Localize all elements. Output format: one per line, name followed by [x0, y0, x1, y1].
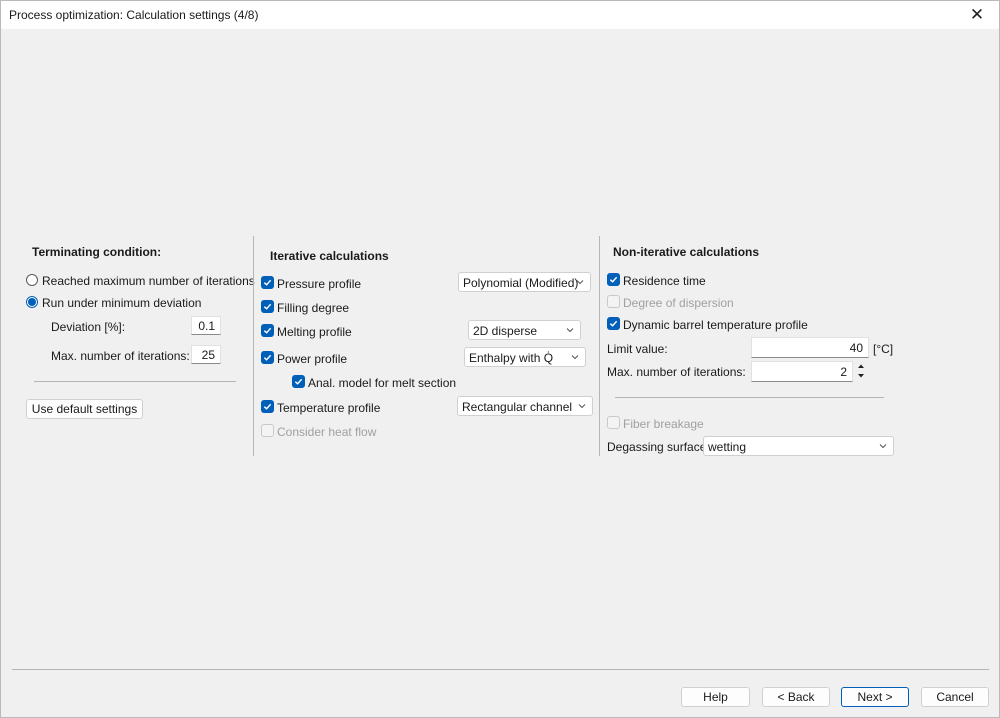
- temperature-select[interactable]: Rectangular channel: [457, 396, 593, 416]
- chevron-down-icon: [578, 404, 586, 409]
- fiber-checkbox[interactable]: [607, 416, 620, 429]
- melting-select[interactable]: 2D disperse: [468, 320, 581, 340]
- melting-label: Melting profile: [277, 325, 352, 339]
- chevron-down-icon: [879, 444, 887, 449]
- anal-model-checkbox[interactable]: [292, 375, 305, 388]
- spin-down-icon[interactable]: [854, 371, 868, 381]
- check-icon: [609, 276, 618, 283]
- panel-divider: [253, 236, 254, 456]
- footer-divider: [12, 669, 989, 670]
- anal-model-label: Anal. model for melt section: [308, 376, 457, 390]
- pressure-select-value: Polynomial (Modified): [463, 276, 579, 290]
- default-settings-button[interactable]: Use default settings: [26, 399, 143, 419]
- noniterative-heading: Non-iterative calculations: [613, 245, 760, 259]
- temperature-checkbox[interactable]: [261, 400, 274, 413]
- melting-select-value: 2D disperse: [473, 324, 538, 338]
- chevron-down-icon: [576, 280, 584, 285]
- deviation-input[interactable]: 0.1: [191, 316, 221, 335]
- dynamic-barrel-checkbox[interactable]: [607, 317, 620, 330]
- temperature-label: Temperature profile: [277, 401, 381, 415]
- radio-min-deviation-label: Run under minimum deviation: [42, 296, 202, 310]
- heat-flow-label: Consider heat flow: [277, 425, 377, 439]
- cancel-button[interactable]: Cancel: [921, 687, 989, 707]
- limit-value-input[interactable]: 40: [751, 337, 869, 358]
- spin-up-icon[interactable]: [854, 361, 868, 371]
- degassing-label: Degassing surface: [607, 440, 707, 454]
- terminating-heading: Terminating condition:: [32, 245, 162, 259]
- max-iterations-label: Max. number of iterations:: [51, 349, 190, 363]
- power-select[interactable]: Enthalpy with Q̇: [464, 347, 586, 367]
- dispersion-label: Degree of dispersion: [623, 296, 734, 310]
- divider: [34, 381, 236, 382]
- window-title: Process optimization: Calculation settin…: [9, 8, 259, 22]
- residence-label: Residence time: [623, 274, 706, 288]
- iterative-heading: Iterative calculations: [270, 249, 389, 263]
- fiber-label: Fiber breakage: [623, 417, 704, 431]
- limit-value-label: Limit value:: [607, 342, 668, 356]
- dialog-window: Process optimization: Calculation settin…: [0, 0, 1000, 718]
- max-iterations-spinner[interactable]: [854, 361, 868, 381]
- check-icon: [263, 354, 272, 361]
- radio-min-deviation[interactable]: [26, 296, 38, 308]
- heat-flow-checkbox[interactable]: [261, 424, 274, 437]
- degassing-select[interactable]: wetting: [703, 436, 894, 456]
- pressure-label: Pressure profile: [277, 277, 362, 291]
- max-iterations-input[interactable]: 25: [191, 345, 221, 364]
- noniter-max-iterations-input[interactable]: 2: [751, 361, 853, 382]
- power-checkbox[interactable]: [261, 351, 274, 364]
- limit-unit: [°C]: [873, 342, 894, 356]
- radio-max-iterations-label: Reached maximum number of iterations: [42, 274, 255, 288]
- residence-checkbox[interactable]: [607, 273, 620, 286]
- degassing-select-value: wetting: [708, 440, 747, 454]
- pressure-checkbox[interactable]: [261, 276, 274, 289]
- check-icon: [263, 403, 272, 410]
- divider: [615, 397, 884, 398]
- power-label: Power profile: [277, 352, 348, 366]
- next-button[interactable]: Next >: [841, 687, 909, 707]
- filling-label: Filling degree: [277, 301, 350, 315]
- power-select-value: Enthalpy with Q̇: [469, 351, 554, 365]
- check-icon: [263, 303, 272, 310]
- filling-checkbox[interactable]: [261, 300, 274, 313]
- check-icon: [263, 327, 272, 334]
- title-bar: Process optimization: Calculation settin…: [1, 1, 999, 29]
- check-icon: [263, 279, 272, 286]
- check-icon: [609, 320, 618, 327]
- chevron-down-icon: [566, 328, 574, 333]
- panel-divider: [599, 236, 600, 456]
- chevron-down-icon: [571, 355, 579, 360]
- check-icon: [294, 378, 303, 385]
- noniter-max-iterations-label: Max. number of iterations:: [607, 365, 746, 379]
- pressure-select[interactable]: Polynomial (Modified): [458, 272, 591, 292]
- deviation-label: Deviation [%]:: [51, 320, 126, 334]
- dynamic-barrel-label: Dynamic barrel temperature profile: [623, 318, 808, 332]
- radio-max-iterations[interactable]: [26, 274, 38, 286]
- melting-checkbox[interactable]: [261, 324, 274, 337]
- temperature-select-value: Rectangular channel: [462, 400, 573, 414]
- back-button[interactable]: < Back: [762, 687, 830, 707]
- help-button[interactable]: Help: [681, 687, 750, 707]
- close-icon[interactable]: ✕: [955, 1, 999, 29]
- dispersion-checkbox[interactable]: [607, 295, 620, 308]
